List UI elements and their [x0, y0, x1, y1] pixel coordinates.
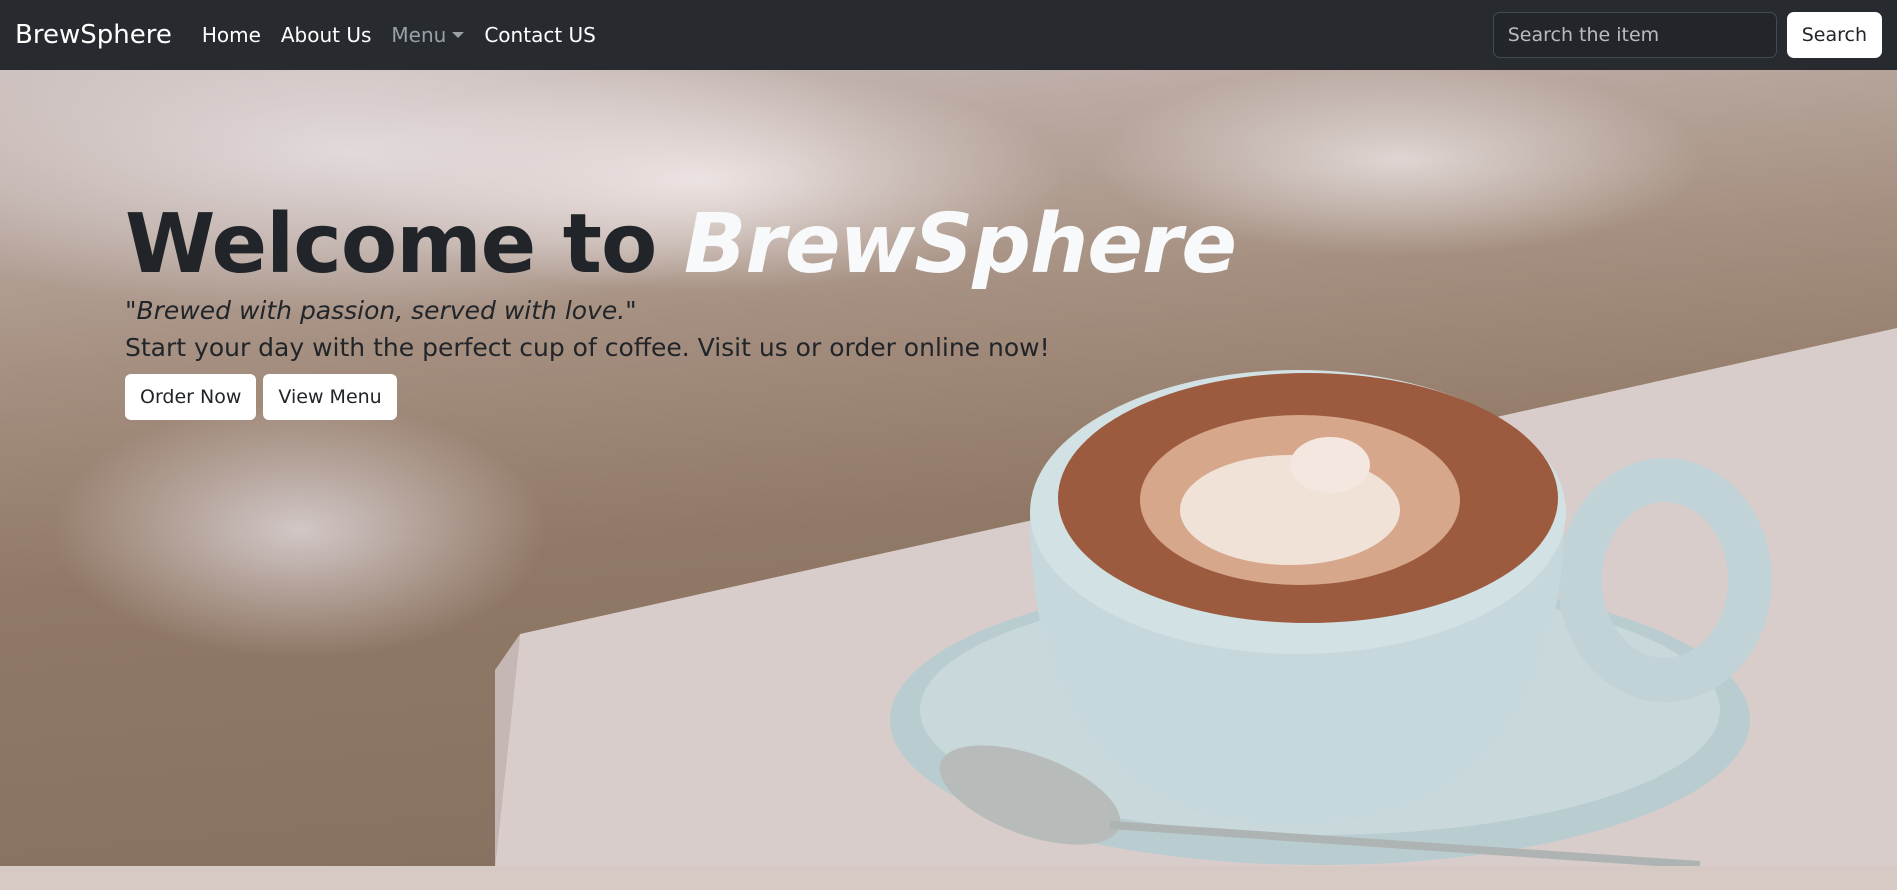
hero-content: Welcome to BrewSphere "Brewed with passi… — [125, 197, 1237, 421]
hero-button-row: Order Now View Menu — [125, 374, 1225, 421]
nav-dropdown-menu[interactable]: Menu — [391, 23, 465, 47]
nav-links: Home About Us Menu Contact US — [202, 23, 596, 47]
search-input[interactable] — [1492, 12, 1777, 58]
brand-logo[interactable]: BrewSphere — [15, 20, 172, 50]
page-bottom-strip — [0, 866, 1897, 890]
navbar: BrewSphere Home About Us Menu Contact US… — [0, 0, 1897, 70]
order-now-button[interactable]: Order Now — [125, 374, 257, 421]
nav-link-home[interactable]: Home — [202, 23, 261, 47]
latte-art-leaf-shape — [1290, 437, 1370, 493]
hero-background-image — [495, 328, 1897, 866]
nav-dropdown-menu-label: Menu — [391, 23, 447, 47]
nav-link-contact-us[interactable]: Contact US — [484, 23, 596, 47]
hero-section: Welcome to BrewSphere "Brewed with passi… — [0, 70, 1897, 866]
search-form: Search — [1492, 12, 1882, 58]
hero-title-brand: BrewSphere — [683, 197, 1237, 292]
nav-link-about-us[interactable]: About Us — [281, 23, 372, 47]
hero-lead-text: Start your day with the perfect cup of c… — [125, 333, 1050, 363]
caret-down-icon — [452, 32, 465, 38]
hero-title: Welcome to BrewSphere — [125, 197, 1237, 292]
hero-tagline: "Brewed with passion, served with love." — [125, 296, 637, 326]
view-menu-button[interactable]: View Menu — [263, 374, 397, 421]
hero-title-prefix: Welcome to — [125, 197, 684, 292]
search-button[interactable]: Search — [1786, 12, 1882, 58]
